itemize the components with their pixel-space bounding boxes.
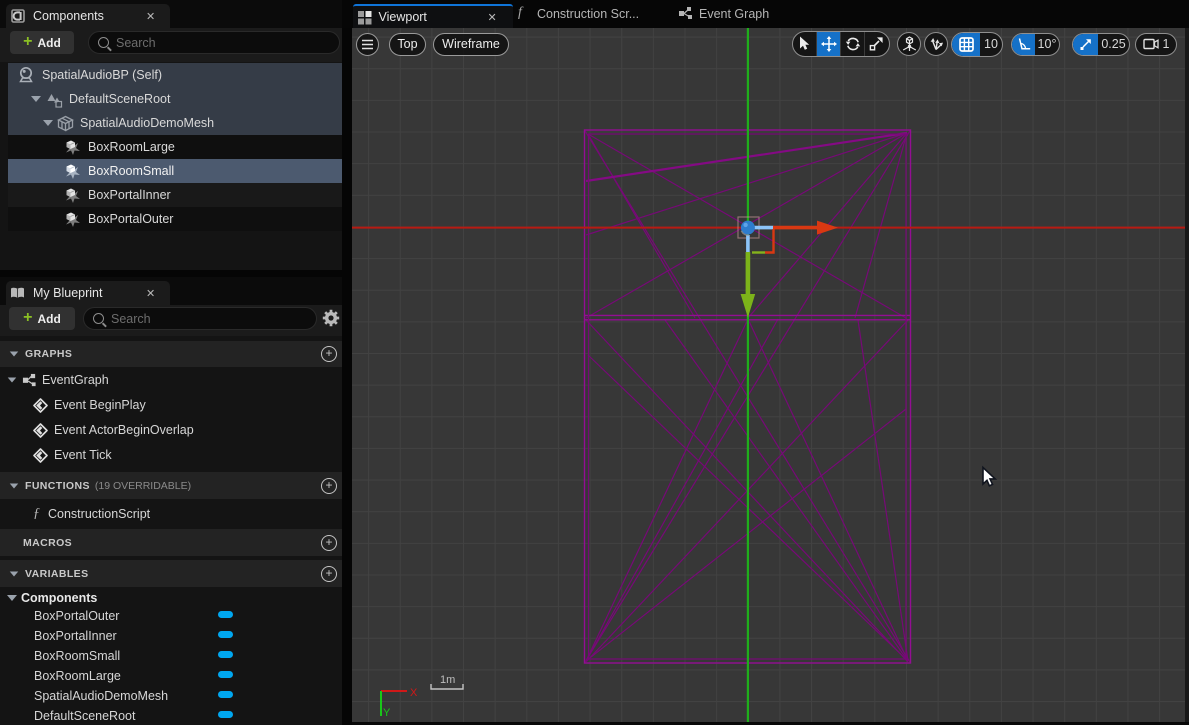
svg-text:X: X — [410, 687, 418, 699]
svg-text:Y: Y — [383, 707, 391, 719]
svg-text:1m: 1m — [440, 674, 455, 686]
